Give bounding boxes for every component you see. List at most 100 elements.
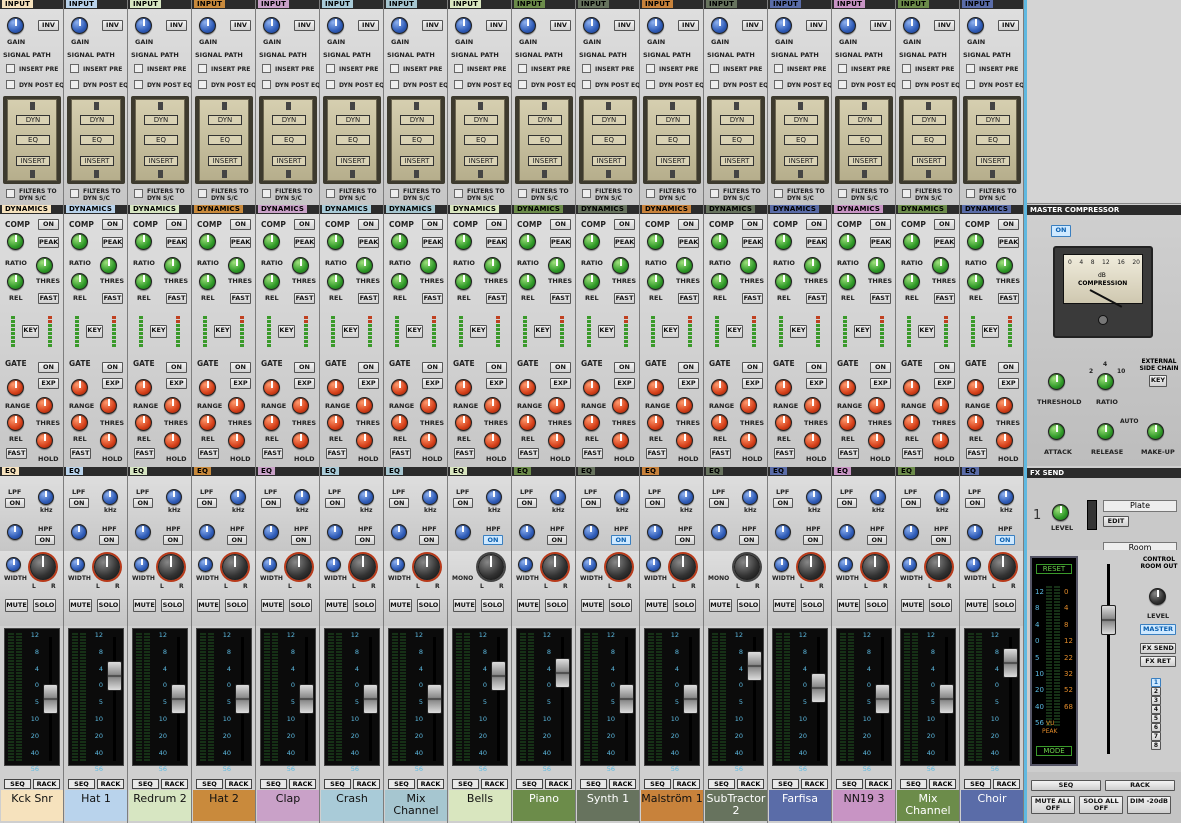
eq-block[interactable]: EQ [976,135,1010,145]
mute-button[interactable]: MUTE [901,599,924,612]
comp-on-button[interactable]: ON [294,219,315,230]
channel-fader[interactable] [683,684,698,714]
control-room-level-knob[interactable] [1149,588,1166,605]
seq-button[interactable]: SEQ [68,779,95,789]
filters-to-dyn-sc-checkbox[interactable] [454,189,463,198]
comp-threshold-knob[interactable] [36,257,53,274]
seq-button[interactable]: SEQ [388,779,415,789]
filters-to-dyn-sc-checkbox[interactable] [774,189,783,198]
pan-knob[interactable] [30,554,56,580]
gate-release-knob[interactable] [71,414,88,431]
master-key-button[interactable]: KEY [1149,375,1167,387]
make-up-knob[interactable] [1147,423,1164,440]
gate-fast-button[interactable]: FAST [454,448,475,459]
channel-name[interactable]: Hat 2 [193,790,255,821]
hpf-on-button[interactable]: ON [163,535,183,545]
comp-ratio-knob[interactable] [455,233,472,250]
comp-release-knob[interactable] [967,273,984,290]
dyn-block[interactable]: DYN [208,115,242,125]
exp-button[interactable]: EXP [550,378,571,389]
channel-name[interactable]: Redrum 2 [129,790,191,821]
comp-ratio-knob[interactable] [775,233,792,250]
rack-button[interactable]: RACK [801,779,828,789]
pan-knob[interactable] [798,554,824,580]
peak-button[interactable]: PEAK [742,237,763,248]
width-knob[interactable] [134,557,149,572]
eq-block[interactable]: EQ [208,135,242,145]
fx-send-1-level-knob[interactable] [1052,504,1069,521]
solo-button[interactable]: SOLO [97,599,120,612]
comp-on-button[interactable]: ON [678,219,699,230]
dyn-block[interactable]: DYN [80,115,114,125]
insert-pre-checkbox[interactable] [518,64,527,73]
invert-button[interactable]: INV [38,20,59,31]
gate-fast-button[interactable]: FAST [582,448,603,459]
gate-hold-knob[interactable] [420,432,437,449]
gate-threshold-knob[interactable] [868,397,885,414]
gate-range-knob[interactable] [199,379,216,396]
gate-fast-button[interactable]: FAST [518,448,539,459]
key-button[interactable]: KEY [406,325,423,338]
insert-pre-checkbox[interactable] [454,64,463,73]
dyn-block[interactable]: DYN [784,115,818,125]
master-comp-on-button[interactable]: ON [1051,225,1071,237]
comp-on-button[interactable]: ON [806,219,827,230]
hpf-on-button[interactable]: ON [995,535,1015,545]
filters-to-dyn-sc-checkbox[interactable] [646,189,655,198]
hpf-on-button[interactable]: ON [419,535,439,545]
exp-button[interactable]: EXP [678,378,699,389]
gain-knob[interactable] [71,17,88,34]
gate-release-knob[interactable] [519,414,536,431]
insert-block[interactable]: INSERT [208,156,242,166]
gate-threshold-knob[interactable] [676,397,693,414]
insert-block[interactable]: INSERT [784,156,818,166]
dyn-block[interactable]: DYN [16,115,50,125]
comp-fast-button[interactable]: FAST [806,293,827,304]
rack-button[interactable]: RACK [865,779,892,789]
seq-button[interactable]: SEQ [900,779,927,789]
width-knob[interactable] [774,557,789,572]
lpf-frequency-knob[interactable] [678,489,694,505]
dyn-post-eq-checkbox[interactable] [902,80,911,89]
channel-fader[interactable] [875,684,890,714]
invert-button[interactable]: INV [550,20,571,31]
comp-threshold-knob[interactable] [612,257,629,274]
width-knob[interactable] [966,557,981,572]
mute-button[interactable]: MUTE [773,599,796,612]
invert-button[interactable]: INV [294,20,315,31]
seq-button[interactable]: SEQ [324,779,351,789]
peak-button[interactable]: PEAK [166,237,187,248]
gate-range-knob[interactable] [775,379,792,396]
gate-release-knob[interactable] [967,414,984,431]
hpf-on-button[interactable]: ON [547,535,567,545]
comp-on-button[interactable]: ON [486,219,507,230]
peak-button[interactable]: PEAK [294,237,315,248]
seq-button[interactable]: SEQ [964,779,991,789]
eq-block[interactable]: EQ [464,135,498,145]
gate-release-knob[interactable] [263,414,280,431]
exp-button[interactable]: EXP [486,378,507,389]
channel-name[interactable]: Clap [257,790,319,821]
gate-threshold-knob[interactable] [804,397,821,414]
insert-pre-checkbox[interactable] [902,64,911,73]
hpf-frequency-knob[interactable] [839,524,855,540]
comp-release-knob[interactable] [199,273,216,290]
gate-fast-button[interactable]: FAST [902,448,923,459]
comp-threshold-knob[interactable] [676,257,693,274]
pan-knob[interactable] [222,554,248,580]
comp-release-knob[interactable] [647,273,664,290]
rack-button[interactable]: RACK [609,779,636,789]
mute-all-off-button[interactable]: MUTE ALL OFF [1031,796,1075,814]
gate-on-button[interactable]: ON [102,362,123,373]
dim-button[interactable]: DIM -20dB [1127,796,1171,814]
channel-fader[interactable] [299,684,314,714]
hpf-on-button[interactable]: ON [803,535,823,545]
gain-knob[interactable] [967,17,984,34]
hpf-on-button[interactable]: ON [675,535,695,545]
seq-button[interactable]: SEQ [260,779,287,789]
width-knob[interactable] [70,557,85,572]
width-knob[interactable] [582,557,597,572]
channel-fader[interactable] [939,684,954,714]
hpf-on-button[interactable]: ON [867,535,887,545]
filters-to-dyn-sc-checkbox[interactable] [70,189,79,198]
